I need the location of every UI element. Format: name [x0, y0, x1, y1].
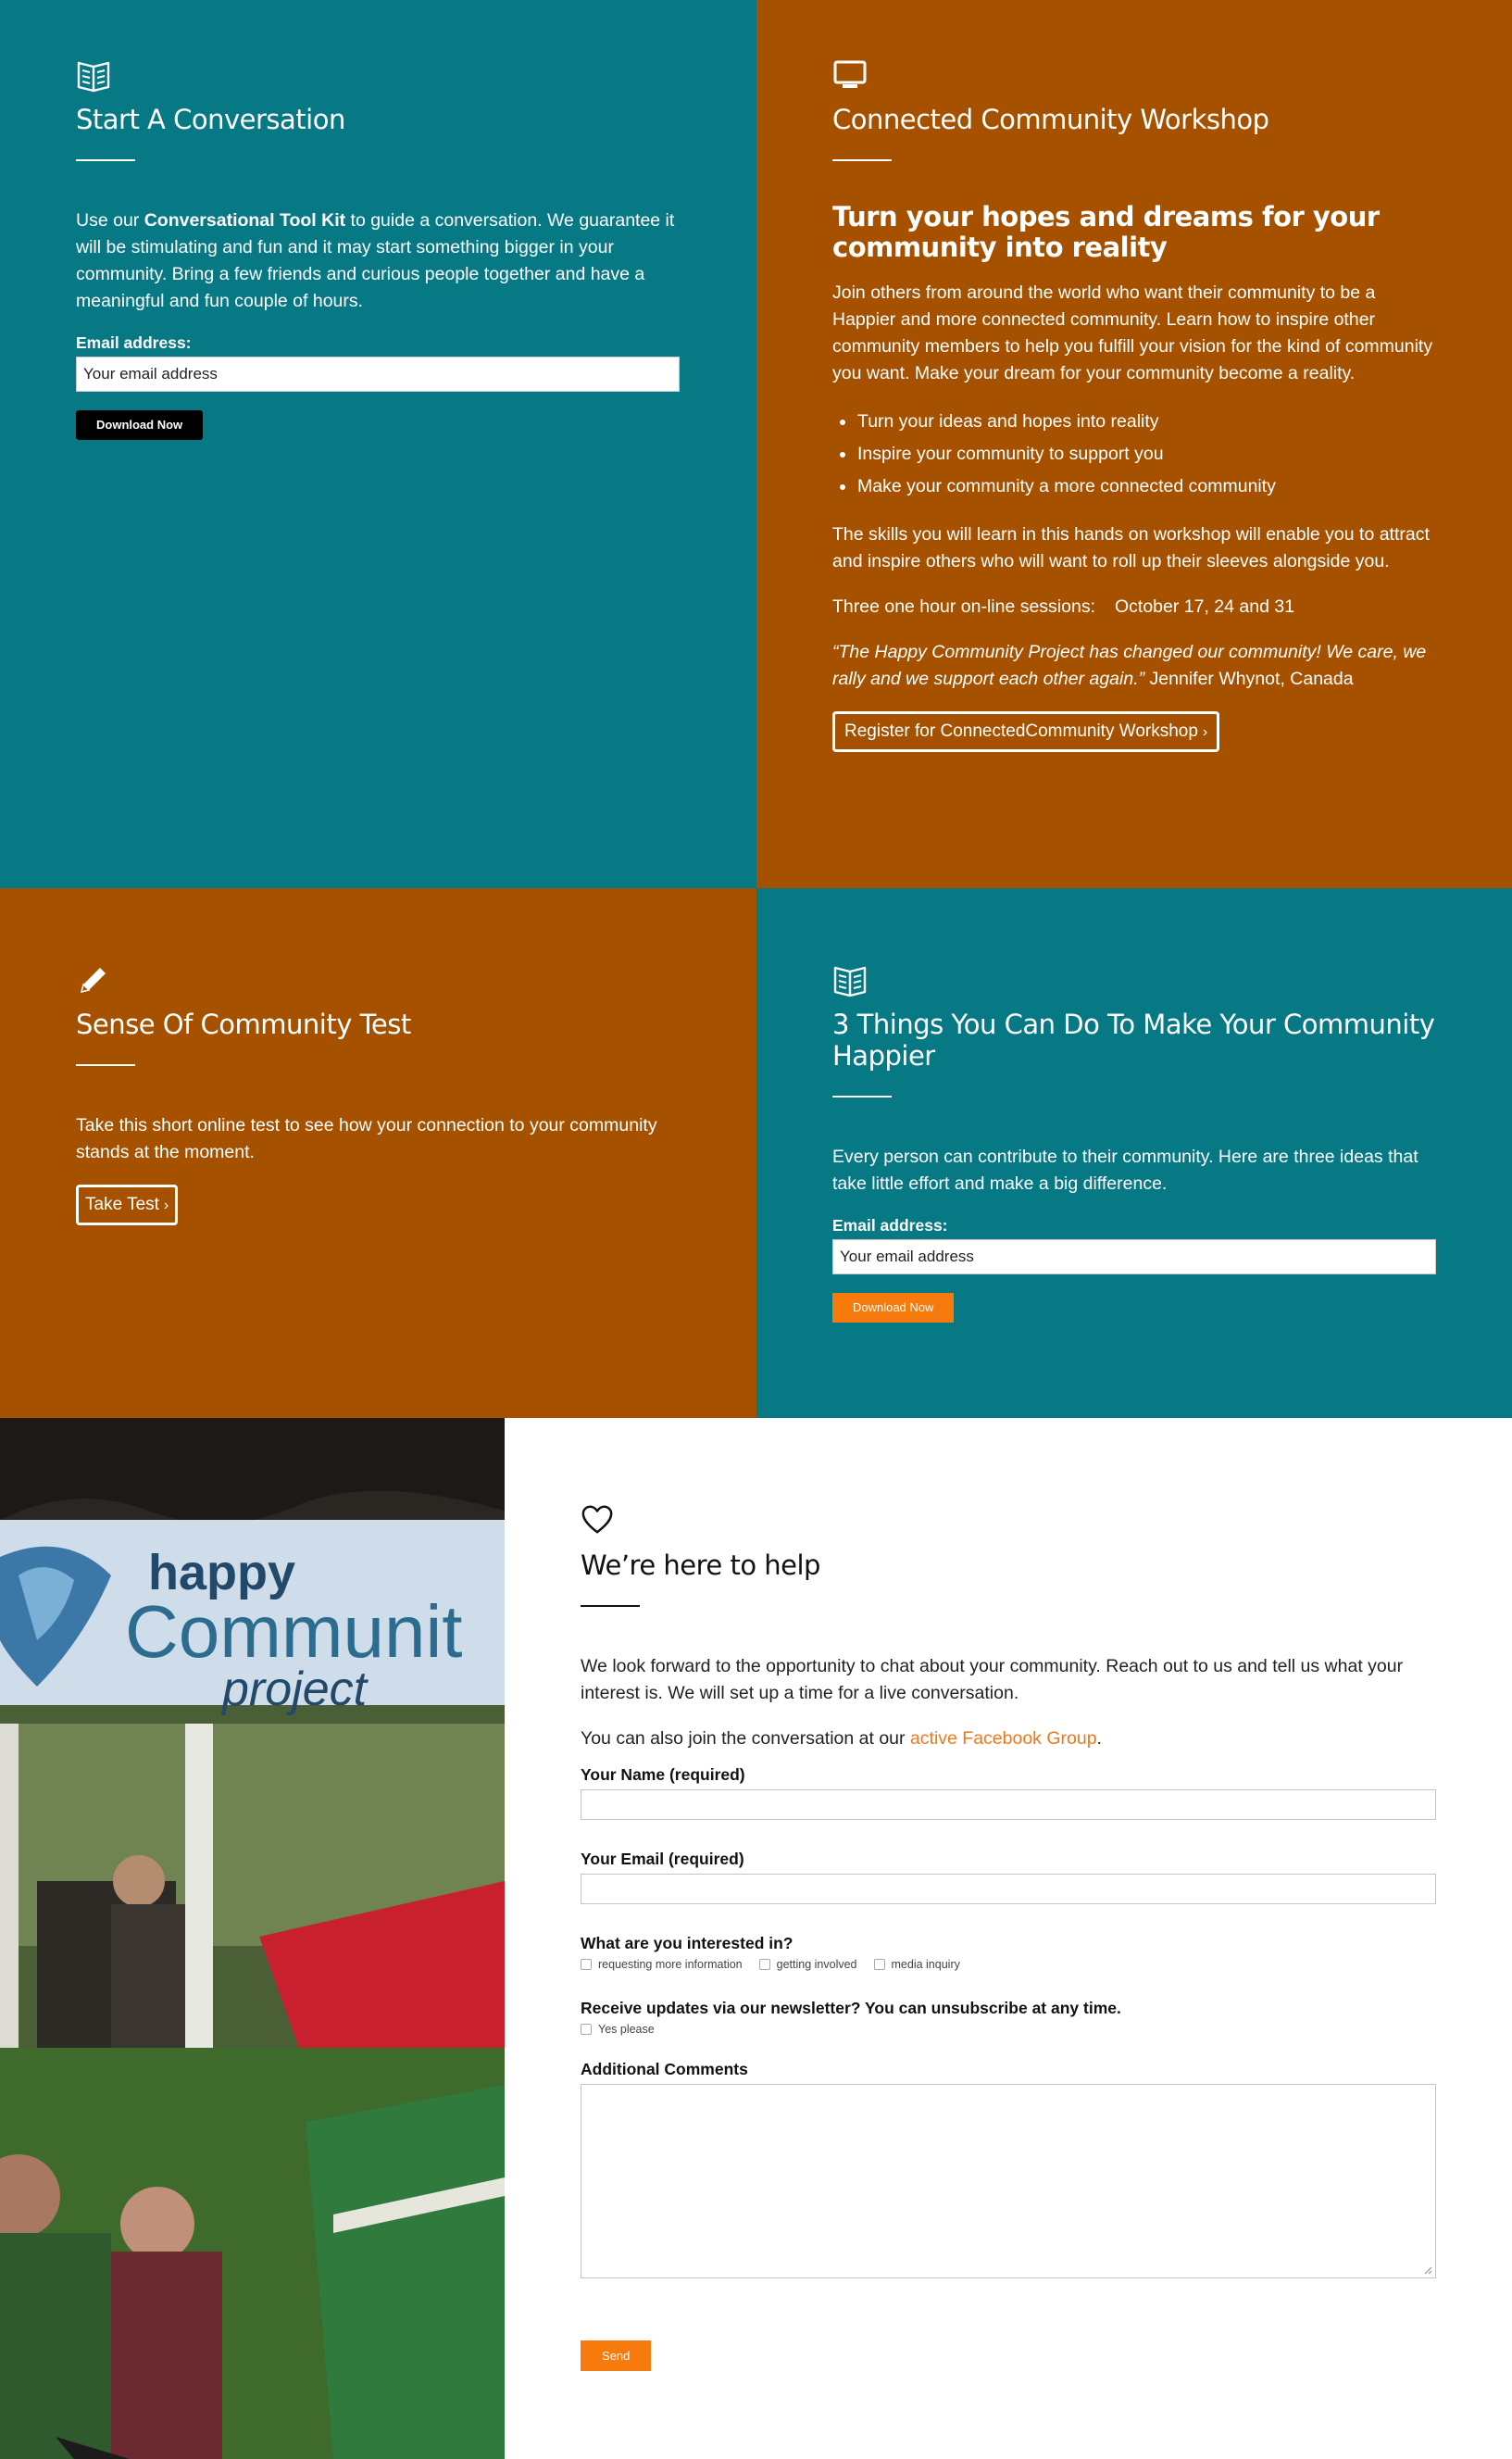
pencil-icon [76, 962, 111, 997]
community-event-photo: happy Communit project [0, 1418, 505, 2459]
comments-textarea[interactable] [581, 2084, 1436, 2278]
chevron-right-icon: › [163, 1198, 169, 1213]
section-title: Connected Community Workshop [832, 104, 1269, 135]
open-book-icon [76, 57, 111, 93]
testimonial-quote: “The Happy Community Project has changed… [832, 642, 1427, 689]
monitor-icon [832, 57, 868, 93]
download-now-button[interactable]: Download Now [76, 410, 204, 440]
resize-grip-icon[interactable] [1423, 2265, 1432, 2275]
banner-text: Communit [125, 1590, 463, 1673]
contact-section: We’re here to help We look forward to th… [505, 1418, 1512, 2459]
take-test-button[interactable]: Take Test › [76, 1185, 179, 1225]
three-things-panel: 3 Things You Can Do To Make Your Communi… [756, 888, 1512, 1418]
title-divider [76, 1064, 135, 1066]
workshop-subtitle: Turn your hopes and dreams for your comm… [832, 201, 1380, 263]
section-title: Sense Of Community Test [76, 1009, 411, 1040]
send-button[interactable]: Send [581, 2340, 652, 2371]
checkbox[interactable] [581, 1959, 592, 1970]
list-item: Make your community a more connected com… [832, 470, 1436, 503]
checkbox[interactable] [758, 1959, 770, 1970]
workshop-panel: Connected Community Workshop Turn your h… [756, 0, 1512, 888]
section-intro: Use our Conversational Tool Kit to guide… [76, 210, 675, 311]
section-title: Start A Conversation [76, 104, 345, 135]
interest-option[interactable]: media inquiry [873, 1958, 960, 1971]
facebook-group-link[interactable]: active Facebook Group [910, 1728, 1097, 1749]
title-divider [76, 159, 135, 161]
interest-label: What are you interested in? [581, 1934, 793, 1952]
list-item: Inspire your community to support you [832, 438, 1436, 470]
open-book-icon [832, 962, 868, 997]
toolkit-name: Conversational Tool Kit [144, 210, 346, 231]
interest-options: requesting more information getting invo… [581, 1958, 1436, 1971]
name-field[interactable] [581, 1789, 1436, 1820]
checkbox[interactable] [581, 2024, 592, 2035]
newsletter-options: Yes please [581, 2023, 1436, 2036]
workshop-intro: Join others from around the world who wa… [832, 282, 1433, 383]
workshop-benefits-list: Turn your ideas and hopes into reality I… [832, 406, 1436, 503]
banner-text: project [220, 1662, 369, 1716]
email-field[interactable] [581, 1874, 1436, 1904]
register-workshop-button[interactable]: Register for ConnectedCommunity Workshop… [832, 711, 1220, 752]
newsletter-label: Receive updates via our newsletter? You … [581, 1999, 1121, 2017]
section-title: We’re here to help [581, 1549, 820, 1581]
chevron-right-icon: › [1202, 724, 1208, 740]
section-intro: Every person can contribute to their com… [832, 1147, 1418, 1194]
interest-option[interactable]: getting involved [758, 1958, 857, 1971]
contact-intro: We look forward to the opportunity to ch… [581, 1656, 1404, 1703]
email-input[interactable] [76, 357, 680, 392]
facebook-line: You can also join the conversation at ou… [581, 1728, 1102, 1749]
title-divider [832, 1096, 892, 1098]
title-divider [832, 159, 892, 161]
start-conversation-panel: Start A Conversation Use our Conversatio… [0, 0, 756, 888]
workshop-sessions: Three one hour on-line sessions: October … [832, 596, 1295, 617]
community-test-panel: Sense Of Community Test Take this short … [0, 888, 756, 1418]
email-input[interactable] [832, 1239, 1436, 1274]
heart-icon [581, 1503, 616, 1538]
section-title: 3 Things You Can Do To Make Your Communi… [832, 1009, 1435, 1072]
section-intro: Take this short online test to see how y… [76, 1115, 657, 1162]
list-item: Turn your ideas and hopes into reality [832, 406, 1436, 438]
comments-label: Additional Comments [581, 2060, 748, 2078]
interest-option[interactable]: requesting more information [581, 1958, 743, 1971]
name-label: Your Name (required) [581, 1765, 745, 1784]
email-label: Email address: [76, 333, 192, 352]
workshop-skills: The skills you will learn in this hands … [832, 524, 1430, 571]
download-now-button[interactable]: Download Now [832, 1293, 955, 1323]
email-label: Email address: [832, 1216, 948, 1235]
title-divider [581, 1605, 640, 1607]
newsletter-option[interactable]: Yes please [581, 2023, 655, 2036]
checkbox[interactable] [873, 1959, 885, 1970]
email-label: Your Email (required) [581, 1850, 744, 1868]
